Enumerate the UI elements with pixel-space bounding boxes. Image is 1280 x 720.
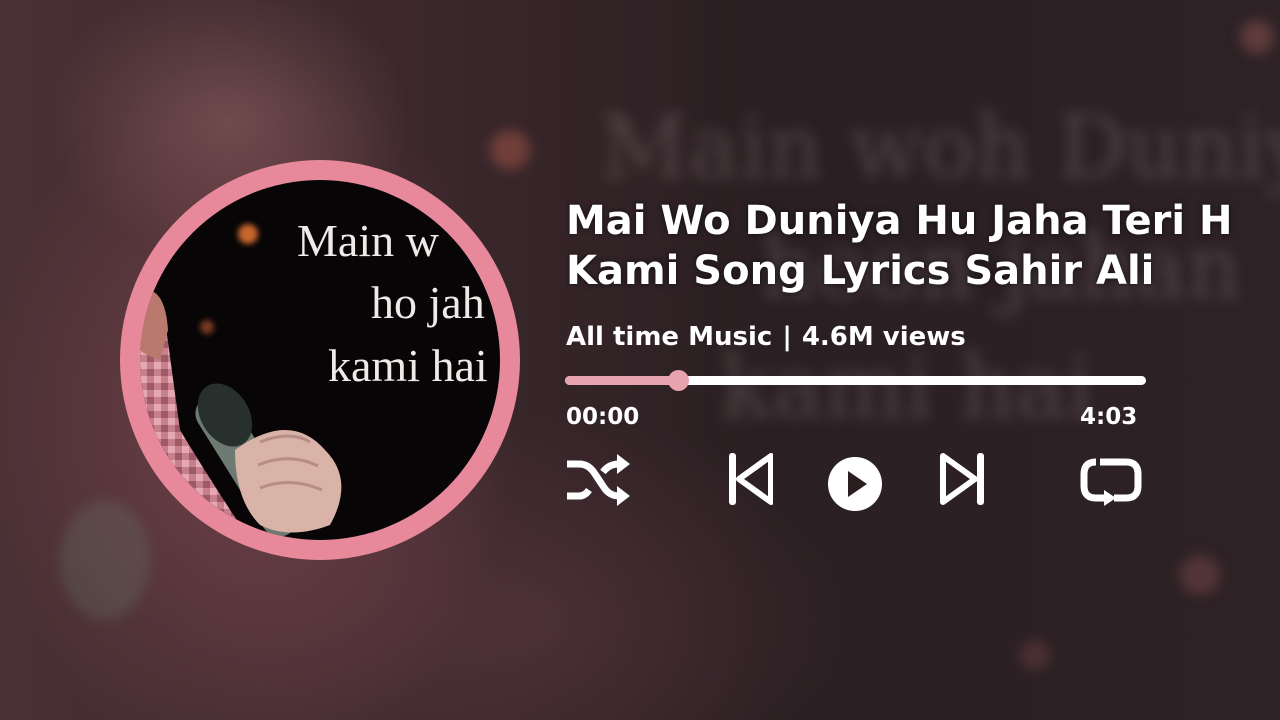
- progress-played: [565, 376, 679, 385]
- meta-separator: |: [782, 322, 792, 352]
- track-meta: All time Music | 4.6M views: [566, 322, 966, 352]
- album-art-image: Main w ho jah kami hai: [140, 180, 500, 540]
- skip-next-icon[interactable]: [940, 452, 986, 506]
- shuffle-icon[interactable]: [565, 452, 631, 508]
- view-count: 4.6M views: [801, 322, 966, 352]
- song-title-line: Kami Song Lyrics Sahir Ali: [566, 248, 1155, 294]
- channel-name: All time Music: [566, 322, 773, 352]
- skip-previous-icon[interactable]: [727, 452, 773, 506]
- play-button[interactable]: [827, 456, 883, 512]
- artwork-lyric-line: Main w: [297, 215, 439, 266]
- progress-bar[interactable]: [565, 370, 1146, 391]
- total-duration: 4:03: [1080, 404, 1138, 430]
- artwork-lyric-line: ho jah: [371, 277, 485, 328]
- song-title-line: Mai Wo Duniya Hu Jaha Teri H: [566, 198, 1233, 244]
- song-title: Mai Wo Duniya Hu Jaha Teri H Kami Song L…: [566, 196, 1280, 296]
- repeat-icon[interactable]: [1078, 456, 1144, 508]
- current-time: 00:00: [566, 404, 640, 430]
- artwork-lyric-line: kami hai: [328, 340, 488, 391]
- album-art: Main w ho jah kami hai: [120, 160, 520, 560]
- background-lyric-line: Main woh Duniya: [600, 98, 1280, 198]
